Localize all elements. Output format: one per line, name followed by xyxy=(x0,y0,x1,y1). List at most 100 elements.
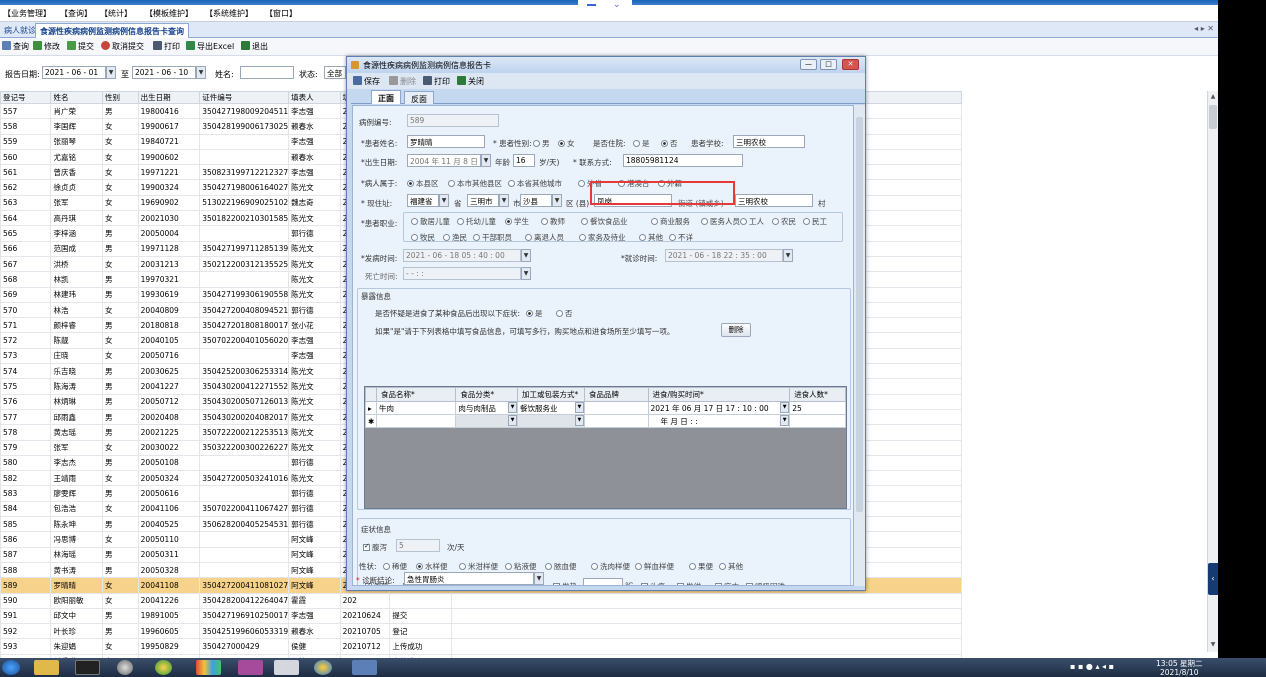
jobs1-option[interactable]: 教师 xyxy=(541,216,565,227)
food-col-name[interactable]: 食品名称* xyxy=(375,387,457,402)
jobs1-option[interactable]: 工人 xyxy=(740,216,764,227)
new-food-brand-cell[interactable] xyxy=(583,414,649,428)
death-dropdown[interactable]: ▼ xyxy=(521,267,531,280)
tab-report-query[interactable]: 食源性疾病病例监测病例信息报告卡查询 xyxy=(35,23,189,38)
date-from-dropdown[interactable]: ▼ xyxy=(106,66,116,79)
scroll-up-icon[interactable]: ▲ xyxy=(1209,93,1217,102)
stool-option[interactable]: 粘液便 xyxy=(505,561,537,572)
food-col-count[interactable]: 进食人数* xyxy=(789,387,846,402)
table-row[interactable]: 592 叶长珍男 19960605 350425199606053319 赖春水 2021… xyxy=(0,623,962,640)
floating-toolbar[interactable]: ⌄ xyxy=(578,0,632,12)
new-food-count-cell[interactable] xyxy=(789,414,846,428)
print-button[interactable]: 打印 xyxy=(153,41,180,52)
save-button[interactable]: 保存 xyxy=(353,76,380,87)
chevron-down-icon[interactable]: ▼ xyxy=(574,402,584,413)
tab-back[interactable]: 反面 xyxy=(404,91,434,104)
stool-option[interactable]: 洗肉样便 xyxy=(591,561,630,572)
folder-icon[interactable] xyxy=(34,660,59,675)
close-button[interactable]: 关闭 xyxy=(457,76,484,87)
food-process-cell[interactable]: 餐饮服务业 ▼ xyxy=(517,401,585,415)
symptom-option[interactable]: 头痛 xyxy=(641,581,665,585)
food-row[interactable]: ▸ 牛肉 肉与肉制品 ▼ 餐饮服务业 ▼ 2021 年 06 月 17 日 17 :… xyxy=(365,401,846,415)
exposure-yes-radio[interactable]: 是 xyxy=(526,308,543,319)
inpatient-no-radio[interactable]: 否 xyxy=(661,138,678,149)
belong-option-city[interactable]: 本市其他县区 xyxy=(448,178,502,189)
city-select[interactable]: 三明市 xyxy=(467,194,499,207)
side-collapse-tab[interactable]: ‹ xyxy=(1208,563,1218,595)
province-select[interactable]: 福建省 xyxy=(407,194,439,207)
tab-patient-visit[interactable]: 病人就诊 xyxy=(0,23,40,38)
stool-option[interactable]: 果便 xyxy=(689,561,713,572)
jobs1-option[interactable]: 散居儿童 xyxy=(411,216,450,227)
table-row[interactable]: 593 朱迎娟女 19950829 350427000429 侯健 20210712 上传成… xyxy=(0,638,962,655)
food-count-cell[interactable]: 25 xyxy=(789,401,846,415)
inpatient-yes-radio[interactable]: 是 xyxy=(633,138,650,149)
delete-row-button[interactable]: 删除 xyxy=(721,323,751,337)
visit-dropdown[interactable]: ▼ xyxy=(783,249,793,262)
date-to-dropdown[interactable]: ▼ xyxy=(196,66,206,79)
export-excel-button[interactable]: 导出Excel xyxy=(186,41,234,52)
menu-business[interactable]: 【业务管理】 xyxy=(3,8,51,19)
dialog-scrollbar[interactable] xyxy=(854,105,865,586)
col-reg-no[interactable]: 登记号 xyxy=(0,91,52,104)
patient-name-input[interactable]: 罗晴晴 xyxy=(407,135,485,148)
col-name[interactable]: 姓名 xyxy=(50,91,104,104)
settings-icon[interactable] xyxy=(117,660,133,675)
document-icon[interactable] xyxy=(274,660,299,675)
age-input[interactable]: 16 xyxy=(513,154,535,167)
system-tray[interactable]: ▪ ▪ ● ▴ ◂ ▪ xyxy=(1070,662,1114,671)
exit-button[interactable]: 退出 xyxy=(241,41,268,52)
diarrhea-count-input[interactable]: 5 xyxy=(396,539,440,552)
menu-stats[interactable]: 【统计】 xyxy=(100,8,132,19)
menu-templates[interactable]: 【模板维护】 xyxy=(145,8,193,19)
jobs1-option[interactable]: 农民 xyxy=(772,216,796,227)
new-food-time-cell[interactable]: 年 月 日 : : ▼ xyxy=(647,414,791,428)
scroll-thumb[interactable] xyxy=(1209,105,1217,129)
birth-dropdown[interactable]: ▼ xyxy=(481,154,491,167)
food-col-brand[interactable]: 食品品牌 xyxy=(583,387,649,402)
diarrhea-checkbox[interactable]: 腹泻 xyxy=(363,542,387,553)
jobs1-option[interactable]: 托幼儿童 xyxy=(457,216,496,227)
dialog-minimize-button[interactable]: — xyxy=(800,59,817,70)
edit-button[interactable]: 修改 xyxy=(33,41,60,52)
table-row[interactable]: 590 欧阳丽敏女 20041226 350428200412264047 霍霞 202 xyxy=(0,592,962,609)
chevron-down-icon[interactable]: ⌄ xyxy=(613,0,621,10)
birth-input[interactable]: 2004 年 11 月 8 日 xyxy=(407,154,481,167)
col-filler[interactable]: 填表人 xyxy=(288,91,341,104)
cancel-submit-button[interactable]: 取消提交 xyxy=(101,41,144,52)
symptom-option[interactable]: 发热: xyxy=(553,581,580,585)
jobs2-option[interactable]: 其他 xyxy=(639,232,663,243)
table-row[interactable]: 591 邱文中男 19891005 350427196910250017 李志强 2021… xyxy=(0,607,962,625)
app-grid-icon[interactable] xyxy=(196,660,221,675)
county-select[interactable]: 沙县 xyxy=(520,194,552,207)
sync-icon[interactable] xyxy=(155,660,172,675)
food-col-time[interactable]: 进食/购买时间* xyxy=(647,387,791,402)
city-dropdown[interactable]: ▼ xyxy=(499,194,509,207)
jobs2-option[interactable]: 不详 xyxy=(669,232,693,243)
diagnosis-select[interactable]: 急性胃肠炎 xyxy=(404,572,534,585)
stool-option[interactable]: 水样便 xyxy=(416,561,448,572)
stool-option[interactable]: 稀便 xyxy=(383,561,407,572)
col-gender[interactable]: 性别 xyxy=(102,91,139,104)
menu-system[interactable]: 【系统维护】 xyxy=(205,8,253,19)
network-app-icon[interactable] xyxy=(352,660,377,675)
belong-option-local[interactable]: 本县区 xyxy=(407,178,439,189)
symptom-option[interactable]: 发绀 xyxy=(677,581,701,585)
name-input[interactable] xyxy=(240,66,294,79)
col-birth[interactable]: 出生日期 xyxy=(137,91,201,104)
submit-button[interactable]: 提交 xyxy=(67,41,94,52)
dialog-scroll-thumb[interactable] xyxy=(856,117,863,512)
stool-option[interactable]: 鲜血样便 xyxy=(635,561,674,572)
jobs1-option[interactable]: 学生 xyxy=(505,216,529,227)
food-time-cell[interactable]: 2021 年 06 月 17 日 17 : 10 : 00 ▼ xyxy=(647,401,791,415)
col-id-no[interactable]: 证件编号 xyxy=(199,91,290,104)
chevron-down-icon[interactable]: ▼ xyxy=(508,415,517,426)
food-col-category[interactable]: 食品分类* xyxy=(455,387,519,402)
fever-temp-input[interactable] xyxy=(583,578,623,585)
jobs1-option[interactable]: 民工 xyxy=(803,216,827,227)
clock[interactable]: 13:05 星期二 2021/8/10 xyxy=(1156,659,1203,677)
terminal-icon[interactable] xyxy=(75,660,100,675)
dialog-print-button[interactable]: 打印 xyxy=(423,76,450,87)
jobs1-option[interactable]: 商业服务 xyxy=(651,216,690,227)
jobs1-option[interactable]: 医务人员 xyxy=(701,216,740,227)
